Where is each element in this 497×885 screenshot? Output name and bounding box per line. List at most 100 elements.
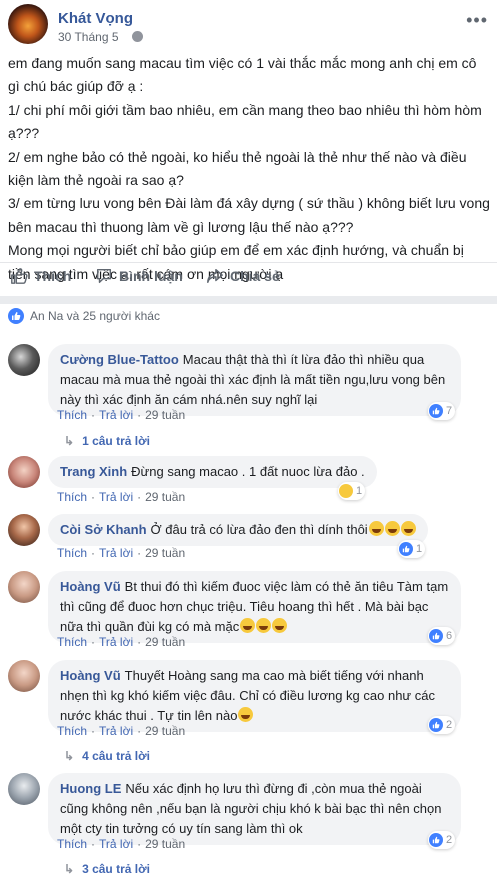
avatar[interactable] xyxy=(8,571,40,603)
reaction-count: 1 xyxy=(356,485,363,497)
comment-like-link[interactable]: Thích xyxy=(57,490,87,504)
comment-meta: Thích · Trả lời · 29 tuần xyxy=(57,408,186,422)
commenter-name[interactable]: Còi Sở Khanh xyxy=(60,522,147,537)
reactions-text: An Na và 25 người khác xyxy=(30,309,160,323)
comment-time[interactable]: 29 tuần xyxy=(145,724,185,738)
like-reaction-icon xyxy=(399,542,413,556)
like-reaction-icon xyxy=(429,404,443,418)
avatar[interactable] xyxy=(8,344,40,376)
comment-bubble: Cường Blue-Tattoo Macau thật thà thì ít l… xyxy=(48,344,461,416)
reply-arrow-icon: ↳ xyxy=(64,749,75,763)
comment-reply-link[interactable]: Trả lời xyxy=(99,408,133,422)
comment-time[interactable]: 29 tuần xyxy=(145,635,185,649)
more-options-icon[interactable]: ••• xyxy=(466,10,488,31)
replies-count: 1 câu trả lời xyxy=(82,434,150,448)
comment-reaction-count[interactable]: 1 xyxy=(398,540,426,558)
post-body: em đang muốn sang macau tìm việc có 1 và… xyxy=(8,52,490,286)
post-date[interactable]: 30 Tháng 5 xyxy=(58,30,119,44)
comment-reply-link[interactable]: Trả lời xyxy=(99,546,133,560)
comment-meta: Thích · Trả lời · 29 tuần xyxy=(57,635,186,649)
comment-like-link[interactable]: Thích xyxy=(57,635,87,649)
view-replies-link[interactable]: ↳ 3 câu trả lời xyxy=(64,862,150,876)
comment-meta: Thích · Trả lời · 29 tuần xyxy=(57,490,186,504)
comment-reply-link[interactable]: Trả lời xyxy=(99,635,133,649)
comment-text: Đừng sang macao . 1 đất nuoc lừa đảo . xyxy=(131,464,365,479)
grinning-emoji-icon xyxy=(272,618,288,633)
commenter-name[interactable]: Huong LE xyxy=(60,781,121,796)
comment-button[interactable]: Bình luận xyxy=(95,267,183,285)
reaction-count: 6 xyxy=(446,630,453,642)
grinning-emoji-icon xyxy=(238,707,254,722)
reply-arrow-icon: ↳ xyxy=(64,862,75,876)
reaction-count: 7 xyxy=(446,405,453,417)
reply-arrow-icon: ↳ xyxy=(64,434,75,448)
comment-meta: Thích · Trả lời · 29 tuần xyxy=(57,724,186,738)
comment-like-link[interactable]: Thích xyxy=(57,408,87,422)
comment-label: Bình luận xyxy=(119,268,183,284)
globe-icon xyxy=(132,31,143,42)
replies-count: 4 câu trả lời xyxy=(82,749,150,763)
comment-bubble: Còi Sở Khanh Ở đâu trả có lừa đảo đen thì… xyxy=(48,514,428,546)
post-paragraph: 1/ chi phí môi giới tầm bao nhiêu, em cầ… xyxy=(8,101,482,142)
commenter-name[interactable]: Trang Xinh xyxy=(60,464,127,479)
comment-bubble: Hoàng Vũ Thuyết Hoàng sang ma cao mà biết… xyxy=(48,660,461,732)
avatar[interactable] xyxy=(8,456,40,488)
author-name[interactable]: Khát Vọng xyxy=(58,10,133,27)
haha-reaction-icon xyxy=(339,484,353,498)
comment-time[interactable]: 29 tuần xyxy=(145,837,185,851)
like-button[interactable]: Thích xyxy=(10,267,71,285)
comment-meta: Thích · Trả lời · 29 tuần xyxy=(57,546,186,560)
like-label: Thích xyxy=(34,268,72,284)
comment-time[interactable]: 29 tuần xyxy=(145,408,185,422)
comment-reaction-count[interactable]: 2 xyxy=(428,716,456,734)
author-avatar[interactable] xyxy=(8,4,48,44)
comment-reaction-count[interactable]: 2 xyxy=(428,831,456,849)
comment-meta: Thích · Trả lời · 29 tuần xyxy=(57,837,186,851)
grinning-emoji-icon xyxy=(240,618,256,633)
comment-like-link[interactable]: Thích xyxy=(57,546,87,560)
comment-time[interactable]: 29 tuần xyxy=(145,490,185,504)
view-replies-link[interactable]: ↳ 1 câu trả lời xyxy=(64,434,150,448)
comment-reply-link[interactable]: Trả lời xyxy=(99,724,133,738)
reaction-count: 2 xyxy=(446,834,453,846)
comment-icon xyxy=(96,268,112,284)
post-paragraph: 2/ em nghe bảo có thẻ ngoài, ko hiểu thẻ… xyxy=(8,148,467,189)
commenter-name[interactable]: Hoàng Vũ xyxy=(60,579,121,594)
share-icon xyxy=(207,268,223,284)
reaction-count: 2 xyxy=(446,719,453,731)
separator xyxy=(0,296,497,304)
reaction-count: 1 xyxy=(416,543,423,555)
share-button[interactable]: Chia sẻ xyxy=(206,267,280,285)
commenter-name[interactable]: Cường Blue-Tattoo xyxy=(60,352,179,367)
comment-bubble: Huong LE Nếu xác định họ lưu thì đừng đi … xyxy=(48,773,461,845)
post-actions: Thích Bình luận Chia sẻ xyxy=(0,262,497,290)
comment-time[interactable]: 29 tuần xyxy=(145,546,185,560)
comment-like-link[interactable]: Thích xyxy=(57,724,87,738)
reactions-bar[interactable]: An Na và 25 người khác xyxy=(8,306,160,326)
comment-like-link[interactable]: Thích xyxy=(57,837,87,851)
thumbs-up-icon xyxy=(11,268,28,284)
comment-bubble: Trang Xinh Đừng sang macao . 1 đất nuoc l… xyxy=(48,456,377,488)
like-reaction-icon xyxy=(429,718,443,732)
avatar[interactable] xyxy=(8,514,40,546)
commenter-name[interactable]: Hoàng Vũ xyxy=(60,668,121,683)
share-label: Chia sẻ xyxy=(230,268,280,284)
comment-text: Ở đâu trả có lừa đảo đen thì dính thôi xyxy=(150,522,368,537)
avatar[interactable] xyxy=(8,660,40,692)
comment-reply-link[interactable]: Trả lời xyxy=(99,837,133,851)
post-paragraph: 3/ em từng lưu vong bên Đài làm đá xây d… xyxy=(8,195,490,235)
post-card: Khát Vọng 30 Tháng 5 ••• em đang muốn sa… xyxy=(0,0,497,296)
comment-reaction-count[interactable]: 6 xyxy=(428,627,456,645)
comment-bubble: Hoàng Vũ Bt thui đó thì kiếm đuoc việc là… xyxy=(48,571,461,643)
post-header: Khát Vọng 30 Tháng 5 ••• xyxy=(8,4,488,44)
grinning-emoji-icon xyxy=(384,521,400,536)
grinning-emoji-icon xyxy=(400,521,416,536)
comment-reply-link[interactable]: Trả lời xyxy=(99,490,133,504)
like-reaction-icon xyxy=(429,833,443,847)
comment-reaction-count[interactable]: 1 xyxy=(338,482,366,500)
comment-reaction-count[interactable]: 7 xyxy=(428,402,456,420)
avatar[interactable] xyxy=(8,773,40,805)
view-replies-link[interactable]: ↳ 4 câu trả lời xyxy=(64,749,150,763)
grinning-emoji-icon xyxy=(256,618,272,633)
like-reaction-icon xyxy=(8,308,24,324)
